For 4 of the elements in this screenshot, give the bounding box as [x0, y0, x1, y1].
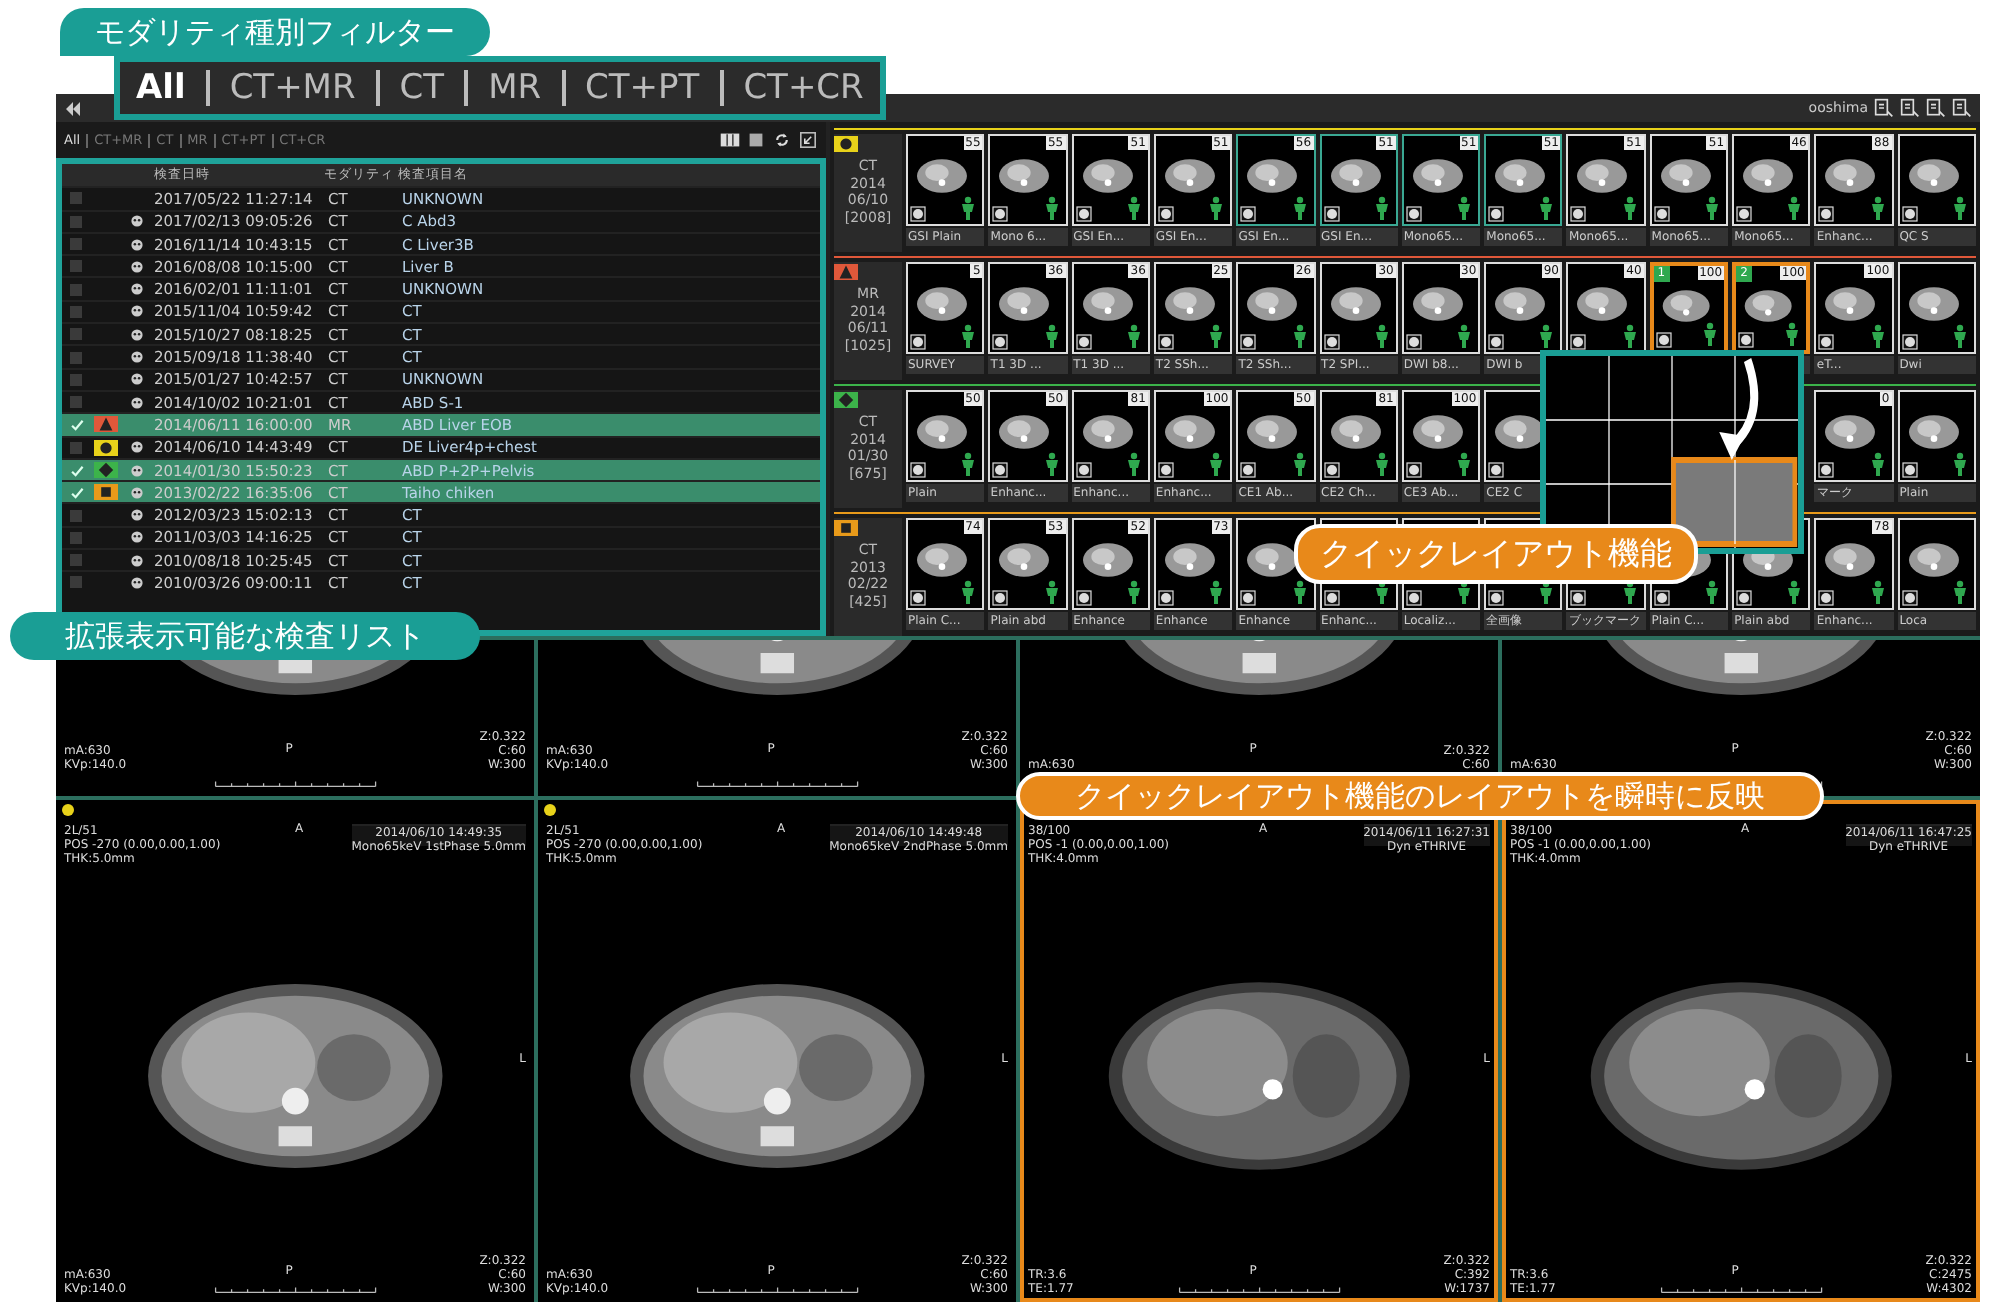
callout-tooltip: モダリティ種別フィルター [60, 8, 490, 56]
callout-tooltip: クイックレイアウト機能 [1294, 524, 1698, 584]
callout-tooltip: クイックレイアウト機能のレイアウトを瞬時に反映 [1016, 772, 1824, 820]
callout-tooltip: 拡張表示可能な検査リスト [10, 612, 480, 660]
